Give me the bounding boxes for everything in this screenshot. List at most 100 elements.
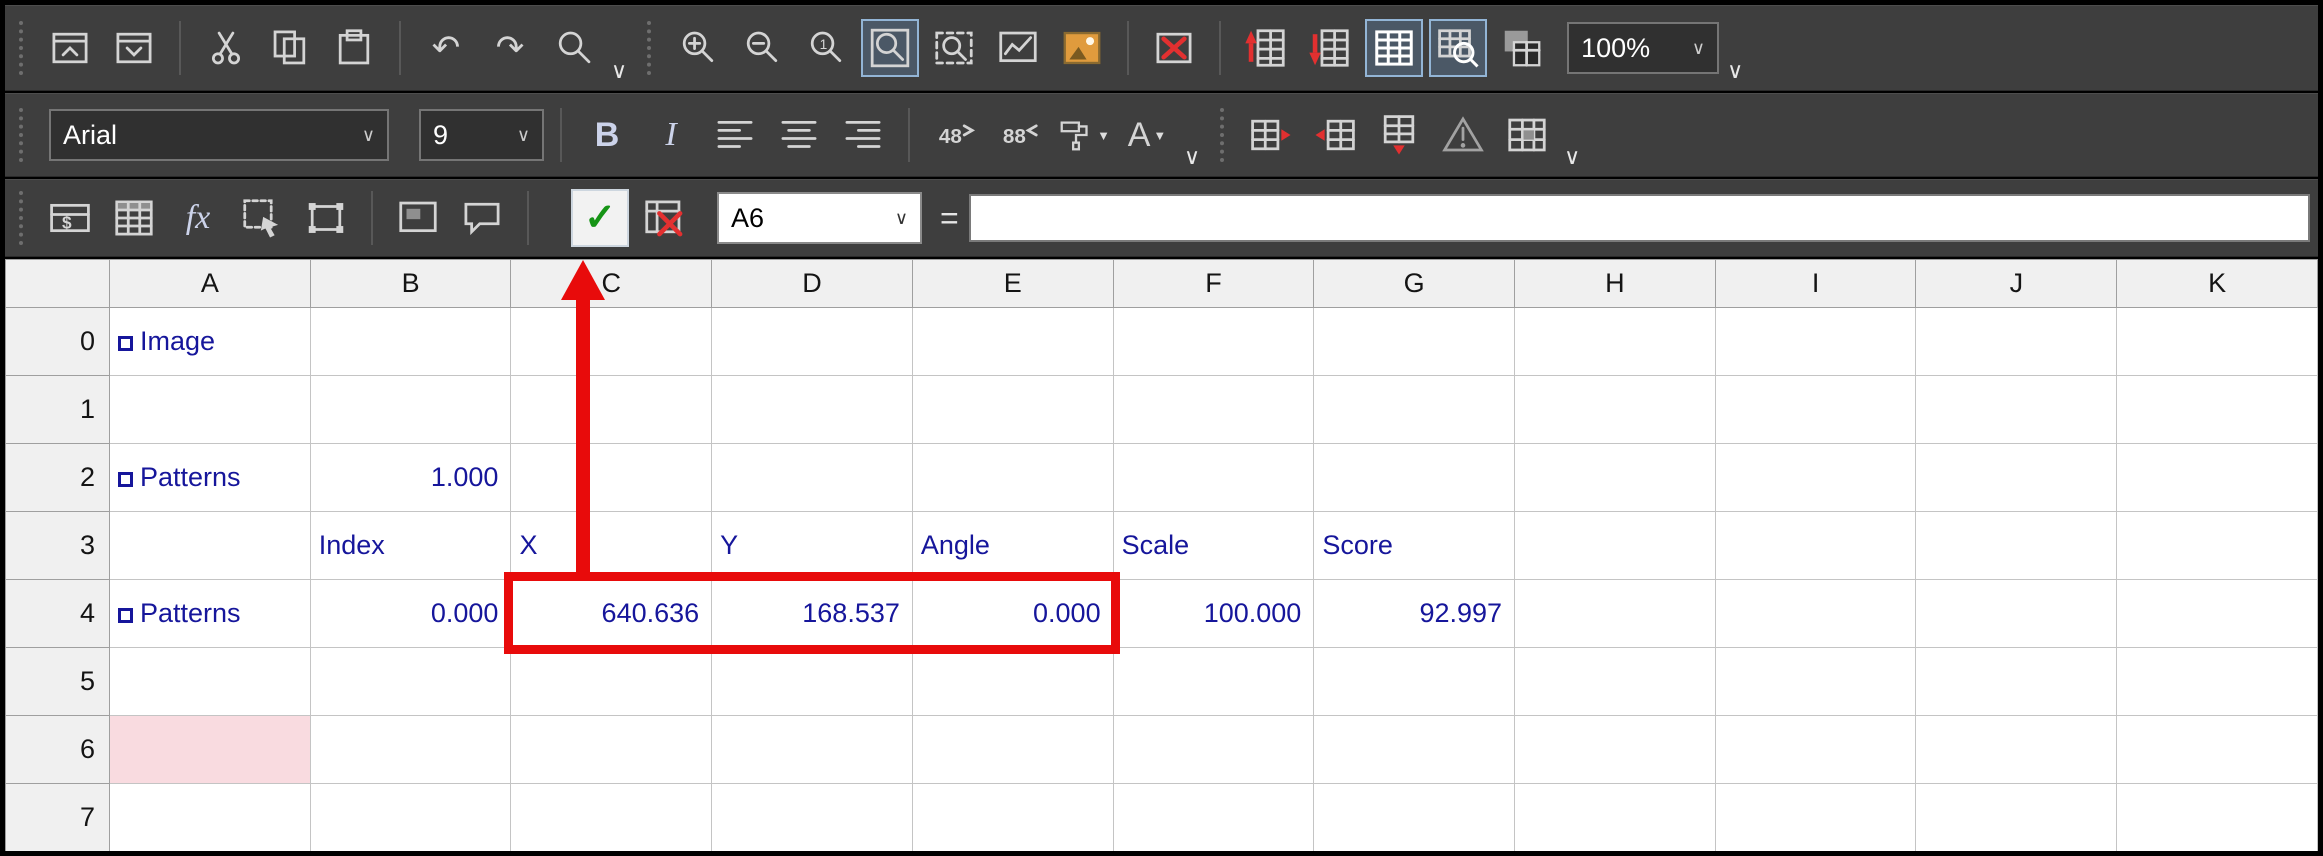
cell-I6[interactable] bbox=[1715, 716, 1916, 784]
font-size-select[interactable]: 9 ∨ bbox=[419, 109, 544, 161]
column-header-E[interactable]: E bbox=[912, 260, 1113, 308]
cell-I5[interactable] bbox=[1715, 648, 1916, 716]
cell-B0[interactable] bbox=[310, 308, 511, 376]
cell-G1[interactable] bbox=[1314, 376, 1515, 444]
redo-button[interactable]: ↷ bbox=[481, 19, 539, 77]
font-color-button[interactable]: A▼ bbox=[1118, 106, 1176, 164]
cell-K0[interactable] bbox=[2117, 308, 2318, 376]
column-header-H[interactable]: H bbox=[1515, 260, 1716, 308]
column-header-A[interactable]: A bbox=[110, 260, 311, 308]
column-header-I[interactable]: I bbox=[1715, 260, 1916, 308]
zoom-1to1-button[interactable]: 1 bbox=[797, 19, 855, 77]
image-button[interactable] bbox=[1053, 19, 1111, 77]
overlay-view-button[interactable] bbox=[1429, 19, 1487, 77]
cell-C0[interactable] bbox=[511, 308, 712, 376]
cell-state-button[interactable] bbox=[1498, 106, 1556, 164]
zoom-out-button[interactable] bbox=[733, 19, 791, 77]
cell-A2[interactable]: Patterns bbox=[110, 444, 311, 512]
cell-A1[interactable] bbox=[110, 376, 311, 444]
cell-I7[interactable] bbox=[1715, 784, 1916, 852]
cell-C2[interactable] bbox=[511, 444, 712, 512]
align-right-button[interactable] bbox=[834, 106, 892, 164]
cell-H6[interactable] bbox=[1515, 716, 1716, 784]
cell-C5[interactable] bbox=[511, 648, 712, 716]
reject-button[interactable] bbox=[635, 189, 693, 247]
toolbar-grip[interactable] bbox=[19, 108, 25, 162]
warning-button[interactable] bbox=[1434, 106, 1492, 164]
cut-button[interactable] bbox=[197, 19, 255, 77]
cell-E6[interactable] bbox=[912, 716, 1113, 784]
increase-decimal-button[interactable]: 48 bbox=[926, 106, 984, 164]
cell-I1[interactable] bbox=[1715, 376, 1916, 444]
zoom-in-button[interactable] bbox=[669, 19, 727, 77]
cell-E5[interactable] bbox=[912, 648, 1113, 716]
font-name-select[interactable]: Arial ∨ bbox=[49, 109, 389, 161]
row-header-1[interactable]: 1 bbox=[6, 376, 110, 444]
cell-D5[interactable] bbox=[712, 648, 913, 716]
cell-C1[interactable] bbox=[511, 376, 712, 444]
cell-B2[interactable]: 1.000 bbox=[310, 444, 511, 512]
cell-F3[interactable]: Scale bbox=[1113, 512, 1314, 580]
cell-H0[interactable] bbox=[1515, 308, 1716, 376]
cell-B1[interactable] bbox=[310, 376, 511, 444]
decrease-decimal-button[interactable]: 88 bbox=[990, 106, 1048, 164]
cell-I0[interactable] bbox=[1715, 308, 1916, 376]
cell-E4[interactable]: 0.000 bbox=[912, 580, 1113, 648]
delete-image-button[interactable] bbox=[1145, 19, 1203, 77]
formula-input[interactable] bbox=[969, 194, 2310, 242]
copy-button[interactable] bbox=[261, 19, 319, 77]
cell-E3[interactable]: Angle bbox=[912, 512, 1113, 580]
fill-color-button[interactable]: ▼ bbox=[1054, 106, 1112, 164]
cell-D7[interactable] bbox=[712, 784, 913, 852]
cell-J1[interactable] bbox=[1916, 376, 2117, 444]
cell-I3[interactable] bbox=[1715, 512, 1916, 580]
cell-B3[interactable]: Index bbox=[310, 512, 511, 580]
cell-J6[interactable] bbox=[1916, 716, 2117, 784]
cell-A7[interactable] bbox=[110, 784, 311, 852]
toolbar-overflow-button[interactable]: ∨ bbox=[1562, 144, 1588, 176]
undo-button[interactable]: ↶ bbox=[417, 19, 475, 77]
column-header-G[interactable]: G bbox=[1314, 260, 1515, 308]
cell-A6[interactable] bbox=[110, 716, 311, 784]
cell-C6[interactable] bbox=[511, 716, 712, 784]
cell-H4[interactable] bbox=[1515, 580, 1716, 648]
cell-F5[interactable] bbox=[1113, 648, 1314, 716]
cell-C3[interactable]: X bbox=[511, 512, 712, 580]
cell-B7[interactable] bbox=[310, 784, 511, 852]
spreadsheet-view-button[interactable] bbox=[1365, 19, 1423, 77]
zoom-region-button[interactable] bbox=[861, 19, 919, 77]
object-marker-icon[interactable] bbox=[118, 472, 133, 487]
object-marker-icon[interactable] bbox=[118, 608, 133, 623]
column-header-B[interactable]: B bbox=[310, 260, 511, 308]
toolbar-grip[interactable] bbox=[647, 21, 653, 75]
cell-K4[interactable] bbox=[2117, 580, 2318, 648]
comment-button[interactable] bbox=[453, 189, 511, 247]
find-button[interactable] bbox=[545, 19, 603, 77]
cell-A0[interactable]: Image bbox=[110, 308, 311, 376]
cell-J7[interactable] bbox=[1916, 784, 2117, 852]
cell-D2[interactable] bbox=[712, 444, 913, 512]
cell-J5[interactable] bbox=[1916, 648, 2117, 716]
align-center-button[interactable] bbox=[770, 106, 828, 164]
cell-J2[interactable] bbox=[1916, 444, 2117, 512]
cell-G4[interactable]: 92.997 bbox=[1314, 580, 1515, 648]
align-left-button[interactable] bbox=[706, 106, 764, 164]
delete-row-button[interactable] bbox=[1301, 19, 1359, 77]
cell-H7[interactable] bbox=[1515, 784, 1716, 852]
cell-G0[interactable] bbox=[1314, 308, 1515, 376]
cell-A3[interactable] bbox=[110, 512, 311, 580]
cell-D3[interactable]: Y bbox=[712, 512, 913, 580]
column-header-F[interactable]: F bbox=[1113, 260, 1314, 308]
function-button[interactable]: fx bbox=[169, 189, 227, 247]
cell-K7[interactable] bbox=[2117, 784, 2318, 852]
overlay-graphics-button[interactable] bbox=[389, 189, 447, 247]
cell-D0[interactable] bbox=[712, 308, 913, 376]
cell-B5[interactable] bbox=[310, 648, 511, 716]
cell-I4[interactable] bbox=[1715, 580, 1916, 648]
row-header-0[interactable]: 0 bbox=[6, 308, 110, 376]
zoom-fit-button[interactable] bbox=[925, 19, 983, 77]
cell-F2[interactable] bbox=[1113, 444, 1314, 512]
column-header-D[interactable]: D bbox=[712, 260, 913, 308]
cell-E0[interactable] bbox=[912, 308, 1113, 376]
accept-button[interactable]: ✓ bbox=[571, 189, 629, 247]
